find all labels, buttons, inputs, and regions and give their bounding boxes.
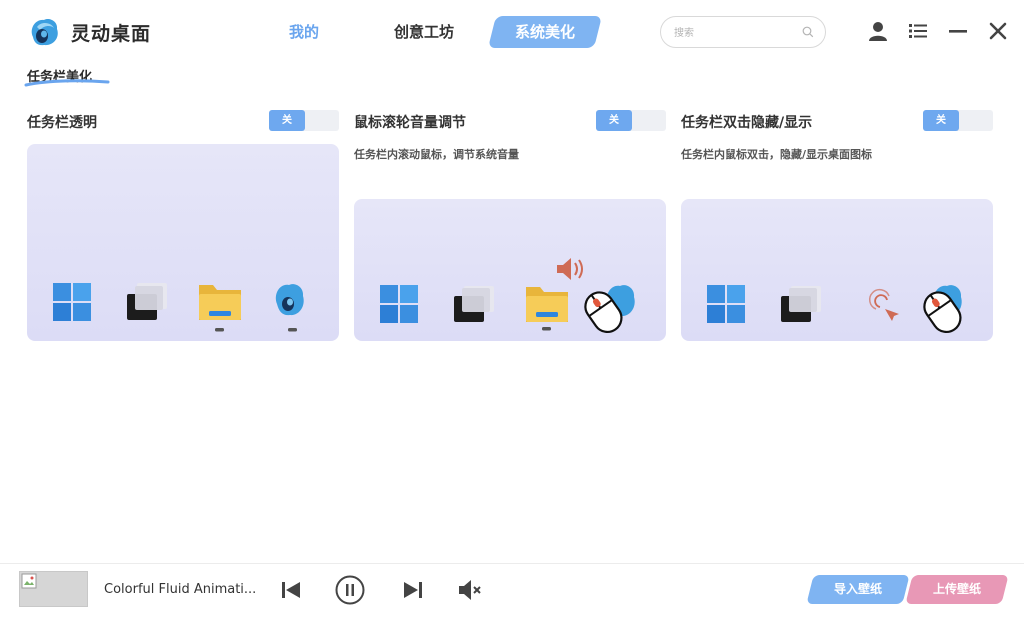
previous-icon[interactable] [276,574,308,606]
tab-creative-workshop-label: 创意工坊 [393,23,454,41]
next-icon[interactable] [396,574,428,606]
feature-name: 任务栏双击隐藏/显示 [681,115,813,131]
app-title: 灵动桌面 [71,23,152,45]
windows-start-icon [707,285,745,323]
search-icon[interactable] [802,26,814,38]
taskbar-transparent-toggle[interactable]: 关 [269,110,339,131]
feature-name: 鼠标滚轮音量调节 [354,115,466,131]
search-input[interactable] [674,24,799,42]
click-cursor-icon [869,289,899,321]
track-title: Colorful Fluid Animati... [104,582,257,597]
upload-wallpaper-label: 上传壁纸 [932,582,981,596]
feature-description: 任务栏内滚动鼠标，调节系统音量 [354,148,519,161]
title-bar: 灵动桌面 我的 创意工坊 系统美化 [0,0,1024,62]
feature-preview [27,144,339,341]
feature-preview [354,199,666,341]
minimize-icon[interactable] [946,19,970,43]
windows-start-icon [380,285,418,323]
folder-icon [199,285,241,332]
upload-wallpaper-button[interactable]: 上传壁纸 [905,575,1009,604]
feature-name: 任务栏透明 [27,115,97,131]
toggle-label: 关 [923,110,959,131]
bottom-divider [0,563,1024,564]
pause-icon[interactable] [334,574,366,606]
tab-system-beautify-label: 系统美化 [514,23,575,41]
toggle-label: 关 [596,110,632,131]
app-logo-icon [275,284,304,332]
tab-mine-label: 我的 [288,23,319,41]
feature-description: 任务栏内鼠标双击，隐藏/显示桌面图标 [681,148,873,161]
windows-start-icon [53,283,91,321]
task-view-icon [781,286,821,322]
task-view-icon [127,283,167,320]
wallpaper-thumbnail[interactable] [19,571,88,607]
close-icon[interactable] [986,19,1010,43]
speaker-volume-icon [557,258,583,280]
mute-icon[interactable] [454,574,486,606]
app-logo-icon [31,19,58,46]
search-box [660,16,826,48]
import-wallpaper-button[interactable]: 导入壁纸 [806,575,910,604]
double-click-hide-toggle[interactable]: 关 [923,110,993,131]
tab-system-beautify[interactable]: 系统美化 [488,16,602,48]
wheel-volume-toggle[interactable]: 关 [596,110,666,131]
tab-mine[interactable]: 我的 [272,16,336,48]
feature-preview [681,199,993,341]
import-wallpaper-label: 导入壁纸 [833,582,882,596]
broken-image-icon [21,573,37,589]
list-menu-icon[interactable] [906,19,930,43]
task-view-icon [454,286,494,322]
user-icon[interactable] [866,19,890,43]
tab-creative-workshop[interactable]: 创意工坊 [382,16,466,48]
folder-icon [526,287,568,331]
section-underline [24,79,110,87]
toggle-label: 关 [269,110,305,131]
